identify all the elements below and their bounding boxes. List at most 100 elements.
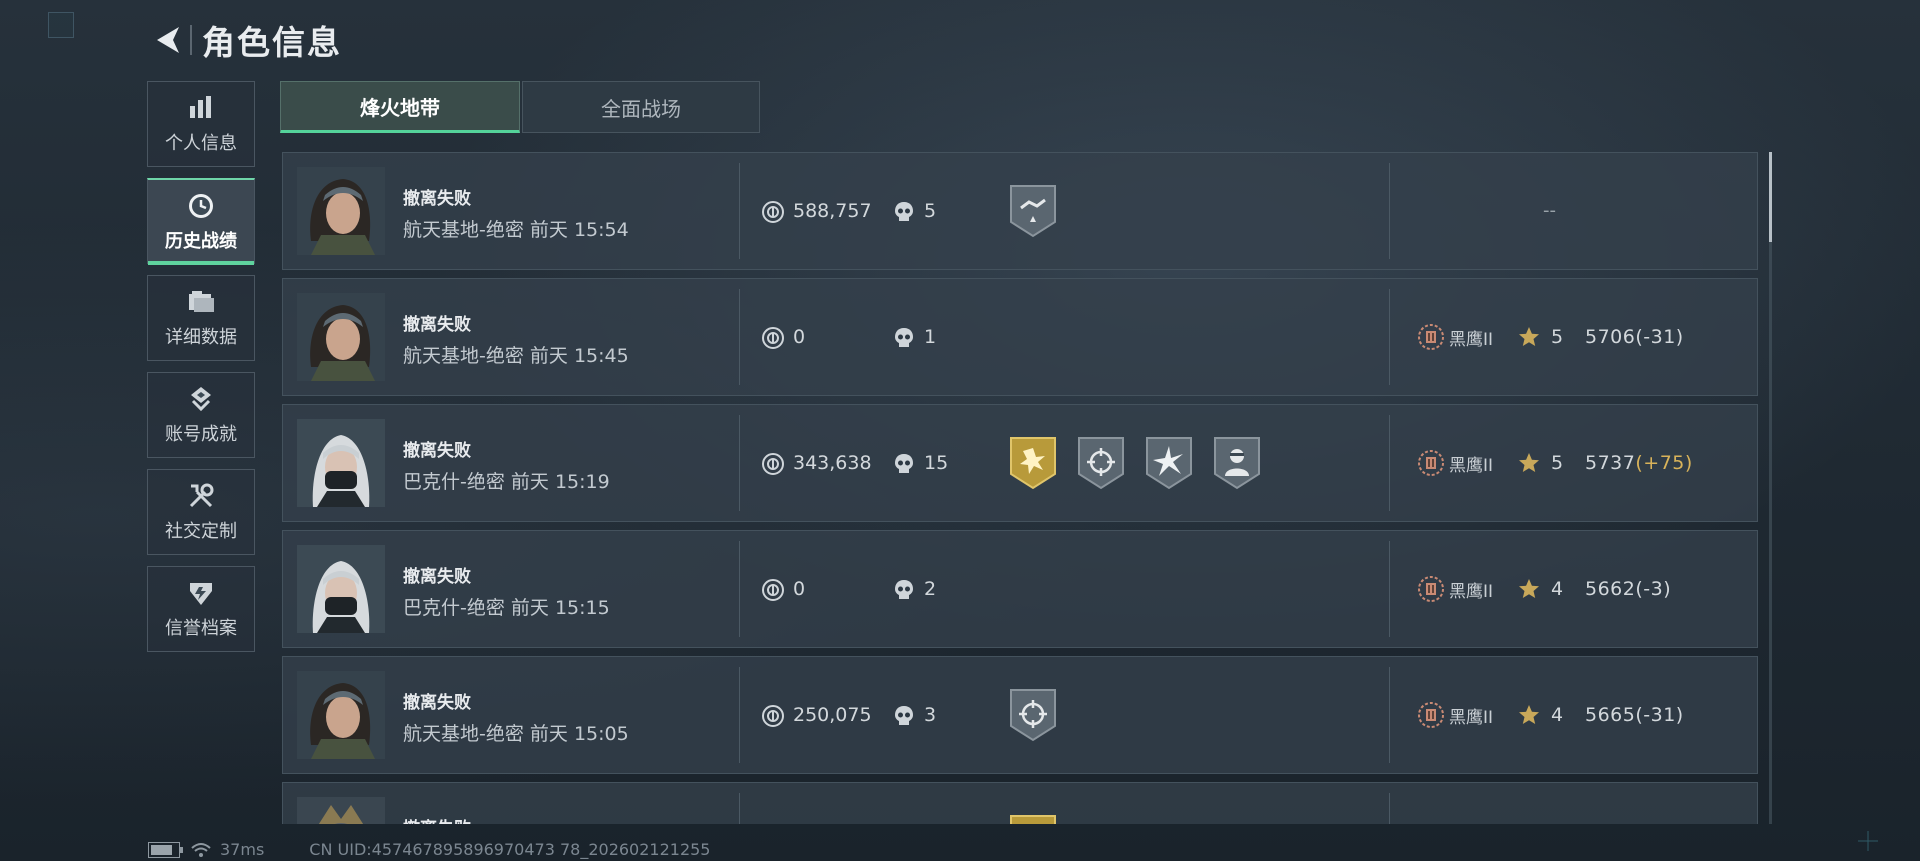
crosshair-corner-icon [1858, 831, 1878, 851]
crosshair-badge-icon[interactable] [1075, 434, 1127, 492]
badge-list [1007, 686, 1059, 744]
sidebar-item-label: 个人信息 [165, 133, 237, 154]
star-icon [1517, 577, 1541, 601]
rank-info: 黑鹰II 5 5706(-31) [1417, 323, 1684, 351]
tab-fire-zone[interactable]: 烽火地带 [280, 81, 520, 133]
folder-icon [186, 287, 216, 317]
column-divider [1389, 163, 1390, 259]
burst-badge-icon[interactable] [1143, 434, 1195, 492]
coin-icon [761, 200, 785, 224]
character-avatar [297, 419, 385, 507]
rank-emblem-icon [1417, 701, 1445, 729]
kill-count: 1 [924, 326, 937, 348]
explosion-gold-badge-icon[interactable] [1007, 434, 1059, 492]
match-result: 撤离失败 [403, 315, 471, 335]
column-divider [1389, 793, 1390, 824]
rank-emblem-icon [1417, 575, 1445, 603]
bar-chart-icon [186, 93, 216, 123]
map-name: 巴克什-绝密 [403, 471, 505, 493]
star-count: 4 [1551, 578, 1564, 600]
skull-icon [893, 704, 915, 728]
map-and-time: 航天基地-绝密 前天 15:05 [403, 719, 629, 746]
character-avatar [297, 167, 385, 255]
sidebar-item-credit[interactable]: 信誉档案 [147, 566, 255, 652]
coin-icon [761, 704, 785, 728]
kill-count: 5 [924, 200, 937, 222]
column-divider [1389, 415, 1390, 511]
column-divider [739, 541, 740, 637]
map-and-time: 巴克什-绝密 前天 15:19 [403, 467, 610, 494]
soldier-badge-icon[interactable] [1211, 434, 1263, 492]
badge-list [1007, 434, 1263, 492]
star-icon [1517, 325, 1541, 349]
match-record-row[interactable]: 撤离失败 巴克什-绝密 前天 15:15 0 2 黑鹰II 4 5662(-3) [282, 530, 1758, 648]
column-divider [1389, 541, 1390, 637]
crosshair-badge-icon[interactable] [1007, 686, 1059, 744]
skull-icon [893, 200, 915, 224]
rank-emblem-icon [1417, 323, 1445, 351]
tab-full-battlefield[interactable]: 全面战场 [522, 81, 760, 133]
battery-icon [148, 841, 183, 858]
coin-value: 0 [793, 578, 806, 600]
match-result: 撤离失败 [403, 814, 471, 824]
match-record-row[interactable]: 撤离失败 巴克什-绝密 前天 15:19 343,638 15 黑鹰II 5 5737(+7… [282, 404, 1758, 522]
match-record-row[interactable]: 撤离失败 [282, 782, 1758, 824]
back-arrow-icon [157, 27, 179, 53]
sidebar-item-achievements[interactable]: 账号成就 [147, 372, 255, 458]
score-value: 5706 [1585, 326, 1636, 348]
match-time: 前天 15:05 [529, 723, 629, 745]
match-time: 前天 15:45 [529, 345, 629, 367]
back-button[interactable] [150, 22, 186, 58]
match-record-row[interactable]: 撤离失败 航天基地-绝密 前天 15:05 250,075 3 黑鹰II 4 5665(-3… [282, 656, 1758, 774]
coin-value: 343,638 [793, 452, 872, 474]
character-avatar [297, 545, 385, 633]
scroll-thumb[interactable] [1769, 152, 1772, 242]
score-delta: (+75) [1635, 452, 1693, 474]
wifi-icon [191, 842, 211, 857]
explosion-gold-badge-icon[interactable] [1007, 812, 1059, 824]
sidebar-item-label: 社交定制 [165, 521, 237, 542]
coin-icon [761, 326, 785, 350]
sidebar: 个人信息 历史战绩 详细数据 账号成就 社交定制 信誉档案 [147, 81, 257, 663]
coin-value: 0 [793, 326, 806, 348]
score-value: 5737 [1585, 452, 1636, 474]
rank-score: 5665(-31) [1585, 704, 1684, 726]
rank-score: 5737(+75) [1585, 452, 1693, 474]
sidebar-item-details[interactable]: 详细数据 [147, 275, 255, 361]
map-and-time: 航天基地-绝密 前天 15:54 [403, 215, 629, 242]
character-avatar [297, 797, 385, 824]
score-delta: (-3) [1635, 578, 1672, 600]
scrollbar[interactable] [1769, 152, 1772, 824]
match-time: 前天 15:15 [510, 597, 610, 619]
match-time: 前天 15:54 [529, 219, 629, 241]
rank-emblem-icon [1417, 449, 1445, 477]
shield-icon [186, 578, 216, 608]
character-avatar [297, 671, 385, 759]
star-count: 5 [1551, 326, 1564, 348]
achievement-icon [186, 384, 216, 414]
column-divider [739, 289, 740, 385]
map-name: 航天基地-绝密 [403, 723, 524, 745]
sidebar-item-social[interactable]: 社交定制 [147, 469, 255, 555]
sidebar-item-label: 账号成就 [165, 424, 237, 445]
sidebar-item-history[interactable]: 历史战绩 [147, 178, 255, 265]
sidebar-item-profile[interactable]: 个人信息 [147, 81, 255, 167]
rank-score: 5662(-3) [1585, 578, 1671, 600]
uid-text: CN UID:457467895896970473 78_20260212125… [309, 840, 711, 859]
match-result: 撤离失败 [403, 693, 471, 713]
match-record-row[interactable]: 撤离失败 航天基地-绝密 前天 15:45 0 1 黑鹰II 5 5706(-31) [282, 278, 1758, 396]
handshake-badge-icon[interactable] [1007, 182, 1059, 240]
column-divider [739, 667, 740, 763]
match-result: 撤离失败 [403, 189, 471, 209]
status-footer: 37ms CN UID:457467895896970473 78_202602… [148, 840, 710, 859]
map-name: 航天基地-绝密 [403, 345, 524, 367]
score-delta: (-31) [1635, 326, 1684, 348]
rank-name: 黑鹰II [1449, 455, 1494, 476]
clock-icon [186, 191, 216, 221]
page-title: 角色信息 [202, 23, 342, 62]
skull-icon [893, 578, 915, 602]
coin-value: 588,757 [793, 200, 872, 222]
rank-placeholder: -- [1543, 200, 1556, 221]
sidebar-item-label: 历史战绩 [165, 230, 237, 252]
match-record-row[interactable]: 撤离失败航天基地-绝密 前天 15:54 588,757 5 -- [282, 152, 1758, 270]
